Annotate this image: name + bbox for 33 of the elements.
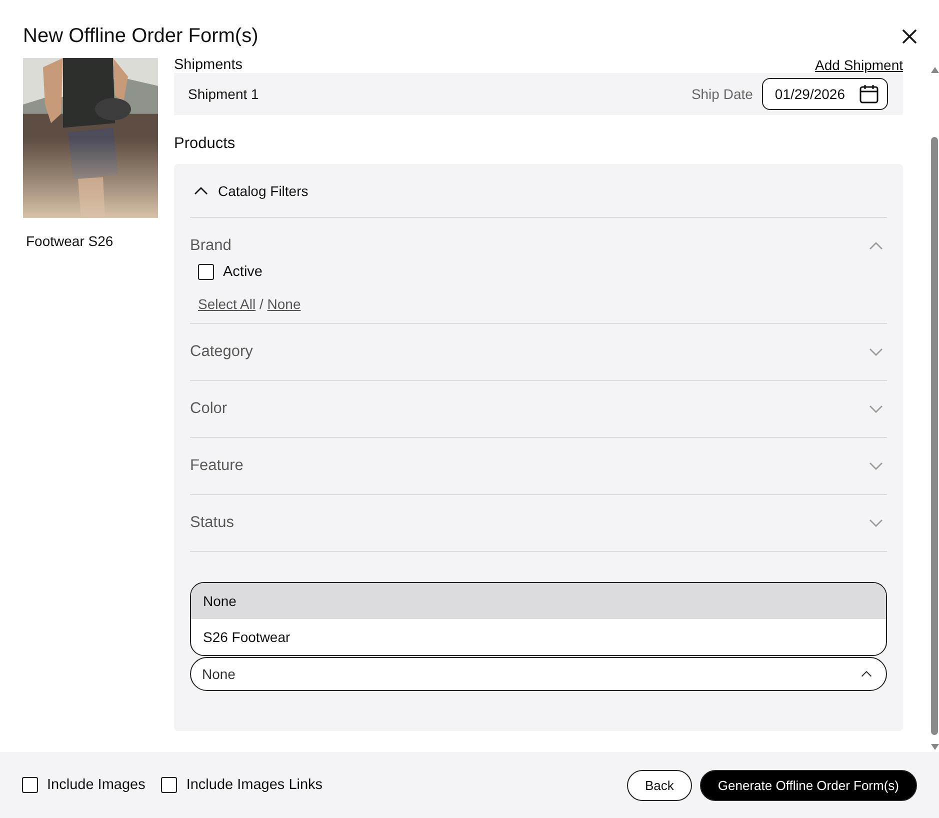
back-button[interactable]: Back: [627, 770, 692, 800]
generate-button[interactable]: Generate Offline Order Form(s): [700, 770, 917, 800]
close-icon[interactable]: [902, 28, 917, 44]
filter-label: Category: [190, 343, 253, 361]
section-heading: Shipments: [174, 58, 243, 73]
select-none-link[interactable]: None: [267, 296, 301, 312]
select-field[interactable]: None: [190, 657, 887, 691]
scrollbar-thumb[interactable]: [931, 137, 938, 735]
date-field[interactable]: 01/29/2026: [762, 78, 888, 110]
checkbox[interactable]: [161, 777, 178, 793]
calendar-icon[interactable]: [859, 84, 879, 104]
section-heading: Products: [174, 135, 236, 153]
filter-label: Feature: [190, 457, 244, 475]
dropdown-option[interactable]: S26 Footwear: [191, 619, 886, 655]
add-shipment-link[interactable]: Add Shipment: [815, 58, 903, 73]
dropdown-option[interactable]: None: [191, 583, 886, 619]
filter-label: Status: [190, 514, 234, 532]
filter-label: Brand: [190, 237, 232, 255]
shipment-name: Shipment 1: [188, 86, 260, 102]
checkbox-label: Active: [223, 264, 262, 280]
select-all-link[interactable]: Select All: [198, 296, 256, 312]
catalog-filters-toggle[interactable]: Catalog Filters: [190, 164, 887, 218]
checkbox-label: Include Images: [47, 777, 146, 793]
checkbox[interactable]: [22, 777, 38, 793]
checkbox[interactable]: [198, 264, 214, 280]
filter-label: Color: [190, 400, 228, 418]
scroll-up-icon[interactable]: [930, 67, 938, 73]
catalog-name: Footwear S26: [26, 233, 114, 249]
dialog-title: New Offline Order Form(s): [23, 24, 258, 48]
checkbox-label: Include Images Links: [186, 777, 323, 793]
separator-slash: /: [259, 296, 264, 312]
scroll-down-icon[interactable]: [930, 744, 938, 750]
date-label: Ship Date: [691, 86, 753, 102]
